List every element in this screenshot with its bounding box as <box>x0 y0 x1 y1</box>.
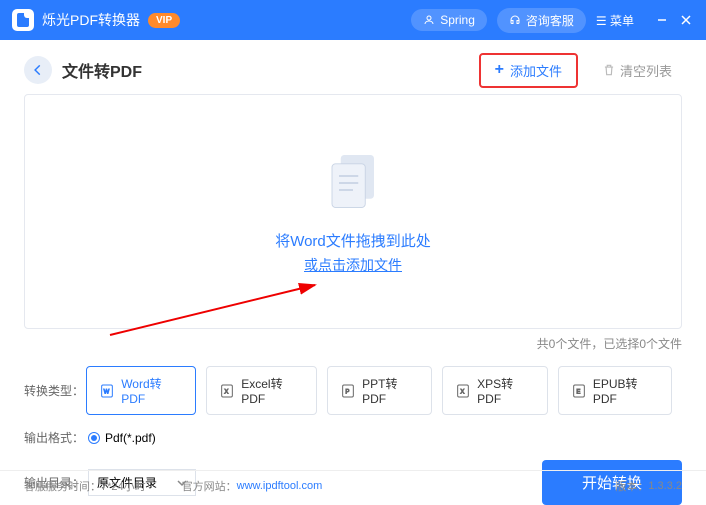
hours-value: 7*24小时 <box>101 478 146 494</box>
dropzone-link[interactable]: 或点击添加文件 <box>304 255 402 275</box>
vip-badge: VIP <box>148 13 180 28</box>
site-link[interactable]: www.ipdftool.com <box>237 480 323 492</box>
document-icon <box>318 148 388 218</box>
svg-text:X: X <box>225 389 229 395</box>
app-logo <box>12 9 34 31</box>
version-value: 1.3.3.2 <box>648 480 682 492</box>
type-word[interactable]: WWord转PDF <box>86 366 196 415</box>
clear-list-button[interactable]: 清空列表 <box>592 55 682 86</box>
type-excel[interactable]: XExcel转PDF <box>206 366 317 415</box>
plus-icon: + <box>495 61 504 79</box>
annotation-arrow <box>105 280 325 340</box>
add-file-button[interactable]: + 添加文件 <box>479 53 578 88</box>
user-icon <box>423 14 435 26</box>
page-title: 文件转PDF <box>62 58 479 82</box>
headset-icon <box>509 14 521 26</box>
format-radio[interactable]: Pdf(*.pdf) <box>88 431 156 445</box>
titlebar: 烁光PDF转换器 VIP Spring 咨询客服 ☰ 菜单 <box>0 0 706 40</box>
support-pill[interactable]: 咨询客服 <box>497 8 586 33</box>
trash-icon <box>602 63 616 77</box>
site-label: 官方网站： <box>182 478 237 494</box>
close-button[interactable] <box>678 12 694 28</box>
drop-zone[interactable]: 将Word文件拖拽到此处 或点击添加文件 <box>24 94 682 329</box>
minimize-button[interactable] <box>654 12 670 28</box>
arrow-left-icon <box>31 63 45 77</box>
svg-text:E: E <box>576 389 580 395</box>
user-pill[interactable]: Spring <box>411 9 487 31</box>
svg-text:X: X <box>460 389 464 395</box>
type-label: 转换类型： <box>24 382 86 399</box>
dropzone-text: 将Word文件拖拽到此处 <box>275 230 431 251</box>
menu-button[interactable]: ☰ 菜单 <box>596 12 634 29</box>
version-label: 版本： <box>615 478 648 494</box>
format-label: 输出格式： <box>24 429 88 446</box>
page-header: 文件转PDF + 添加文件 清空列表 <box>24 46 682 94</box>
hours-label: 客服服务时间： <box>24 478 101 494</box>
back-button[interactable] <box>24 56 52 84</box>
app-name: 烁光PDF转换器 <box>42 10 140 30</box>
type-xps[interactable]: XXPS转PDF <box>442 366 548 415</box>
type-ppt[interactable]: PPPT转PDF <box>327 366 432 415</box>
output-format-row: 输出格式： Pdf(*.pdf) <box>24 429 682 446</box>
convert-type-row: 转换类型： WWord转PDF XExcel转PDF PPPT转PDF XXPS… <box>24 366 682 415</box>
svg-text:P: P <box>345 389 349 395</box>
type-epub[interactable]: EEPUB转PDF <box>558 366 672 415</box>
footer: 客服服务时间： 7*24小时 官方网站： www.ipdftool.com 版本… <box>0 470 706 500</box>
svg-text:W: W <box>104 389 110 395</box>
